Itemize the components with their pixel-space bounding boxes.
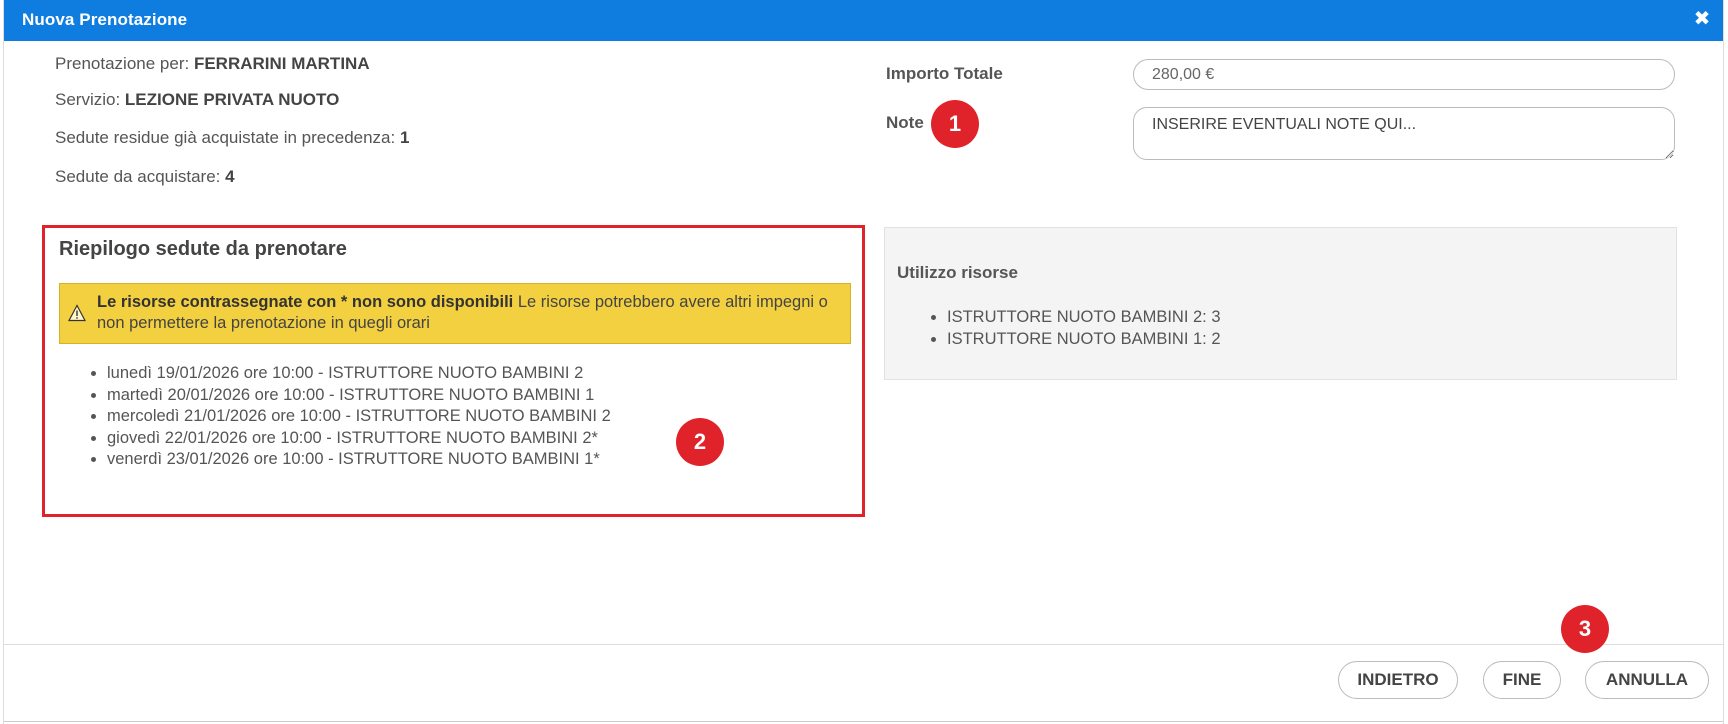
sessions-to-buy-value: 4 <box>225 167 235 186</box>
list-item: giovedì 22/01/2026 ore 10:00 - ISTRUTTOR… <box>107 428 611 450</box>
resource-usage-list: ISTRUTTORE NUOTO BAMBINI 2: 3 ISTRUTTORE… <box>897 306 1221 350</box>
sessions-summary-panel: Riepilogo sedute da prenotare Le risorse… <box>42 225 865 517</box>
footer-divider <box>4 644 1723 645</box>
list-item: venerdì 23/01/2026 ore 10:00 - ISTRUTTOR… <box>107 449 611 471</box>
dialog-titlebar: Nuova Prenotazione ✖ <box>4 0 1723 41</box>
resource-usage-title: Utilizzo risorse <box>897 263 1018 282</box>
booking-for-label: Prenotazione per: <box>55 54 190 73</box>
sessions-to-buy-label: Sedute da acquistare: <box>55 167 221 186</box>
list-item: ISTRUTTORE NUOTO BAMBINI 2: 3 <box>947 306 1221 328</box>
resource-usage-panel: Utilizzo risorse ISTRUTTORE NUOTO BAMBIN… <box>884 227 1677 380</box>
total-amount-label: Importo Totale <box>886 64 1003 83</box>
remaining-sessions-label: Sedute residue già acquistate in precede… <box>55 128 396 147</box>
booking-for-value: FERRARINI MARTINA <box>193 54 370 73</box>
finish-button[interactable]: FINE <box>1483 661 1561 699</box>
sessions-list: lunedì 19/01/2026 ore 10:00 - ISTRUTTORE… <box>59 363 611 471</box>
annotation-badge-1: 1 <box>931 100 979 148</box>
remaining-sessions-line: Sedute residue già acquistate in precede… <box>55 128 409 148</box>
dialog-bottom-border <box>4 721 1723 722</box>
service-label: Servizio: <box>55 90 121 109</box>
service-line: Servizio: LEZIONE PRIVATA NUOTO <box>55 90 339 110</box>
annotation-badge-2: 2 <box>676 418 724 466</box>
list-item: ISTRUTTORE NUOTO BAMBINI 1: 2 <box>947 328 1221 350</box>
unavailable-resources-warning: Le risorse contrassegnate con * non sono… <box>59 283 851 344</box>
annotation-badge-3: 3 <box>1561 605 1609 653</box>
note-textarea[interactable] <box>1133 107 1675 160</box>
booking-dialog: Nuova Prenotazione ✖ Prenotazione per: F… <box>3 0 1724 724</box>
service-value: LEZIONE PRIVATA NUOTO <box>124 90 340 109</box>
total-amount-input[interactable] <box>1133 59 1675 90</box>
list-item: martedì 20/01/2026 ore 10:00 - ISTRUTTOR… <box>107 385 611 407</box>
warning-bold-text: Le risorse contrassegnate con * non sono… <box>97 293 514 311</box>
list-item: lunedì 19/01/2026 ore 10:00 - ISTRUTTORE… <box>107 363 611 385</box>
note-label: Note <box>886 113 924 132</box>
summary-title: Riepilogo sedute da prenotare <box>59 238 347 260</box>
cancel-button[interactable]: ANNULLA <box>1585 661 1709 699</box>
warning-icon <box>68 304 86 322</box>
close-icon[interactable]: ✖ <box>1691 8 1713 30</box>
list-item: mercoledì 21/01/2026 ore 10:00 - ISTRUTT… <box>107 406 611 428</box>
remaining-sessions-value: 1 <box>399 128 410 147</box>
booking-for-line: Prenotazione per: FERRARINI MARTINA <box>55 54 370 74</box>
sessions-to-buy-line: Sedute da acquistare: 4 <box>55 167 235 187</box>
dialog-title: Nuova Prenotazione <box>22 10 188 29</box>
back-button[interactable]: INDIETRO <box>1338 661 1458 699</box>
warning-text: Le risorse contrassegnate con * non sono… <box>97 292 840 334</box>
